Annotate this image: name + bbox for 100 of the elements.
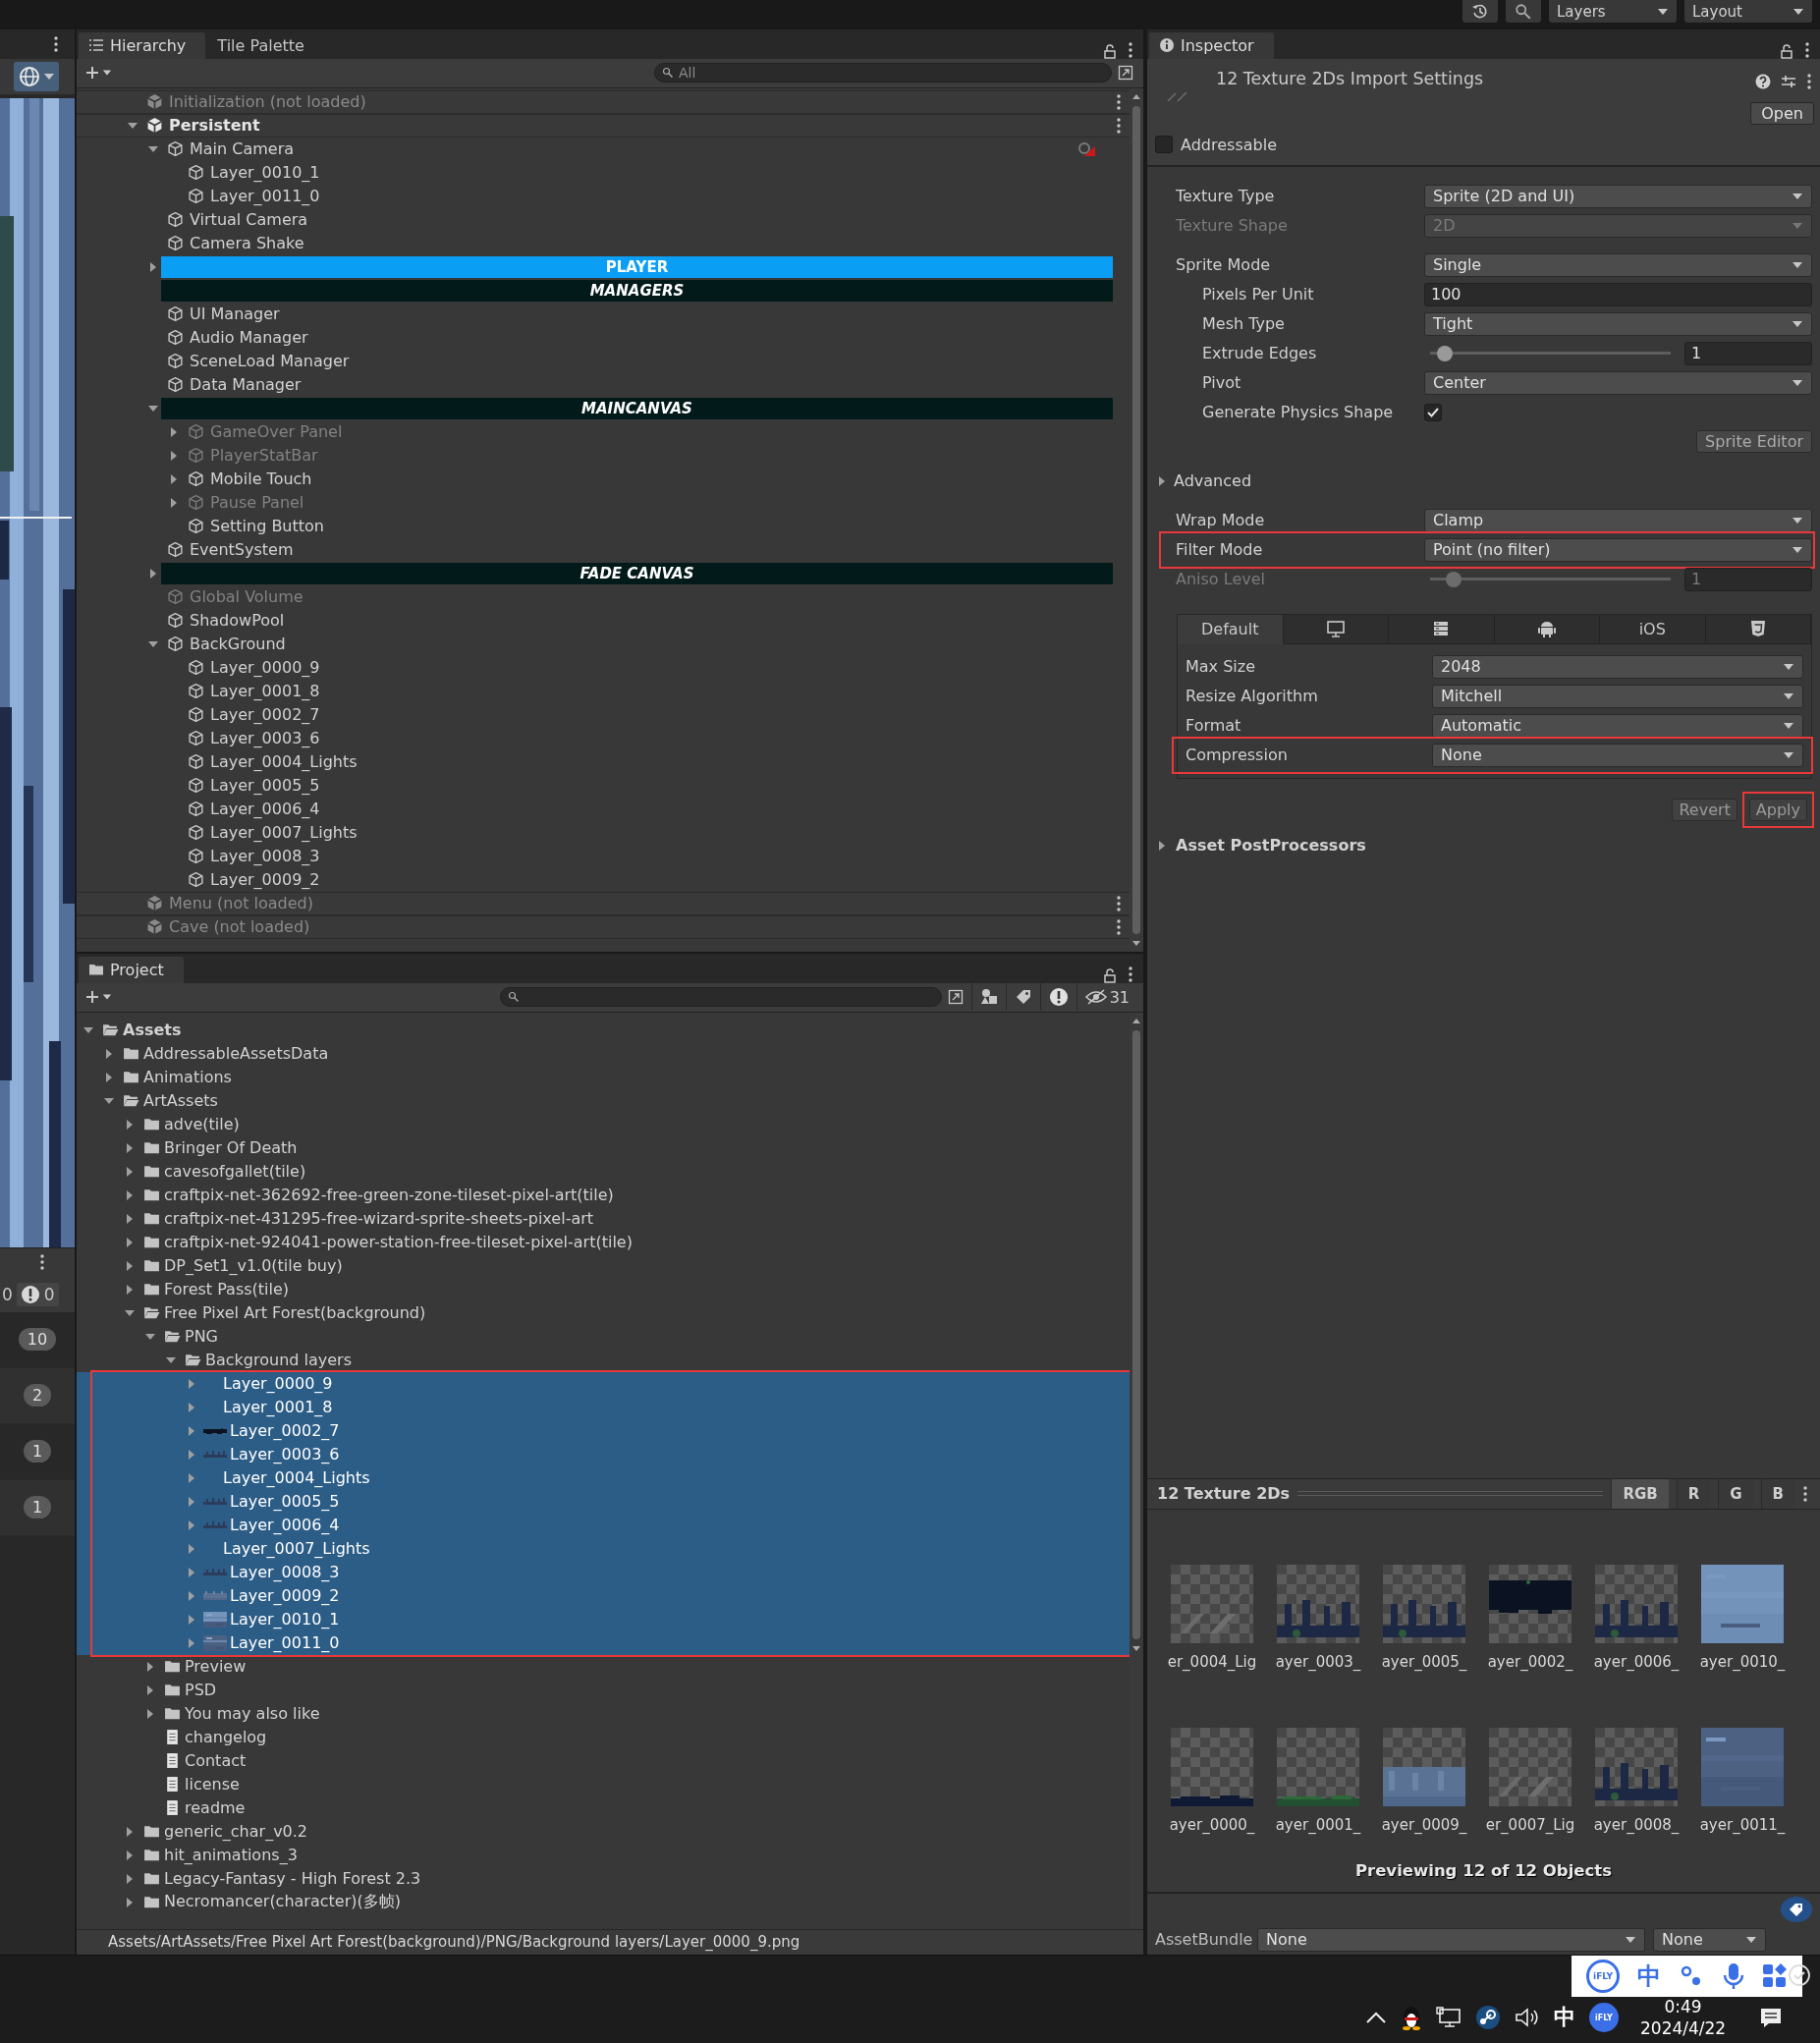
dropdown[interactable]: None bbox=[1432, 743, 1803, 767]
action-button[interactable]: Revert bbox=[1672, 798, 1737, 821]
asset-name[interactable]: ArtAssets bbox=[143, 1091, 218, 1111]
notification-icon[interactable] bbox=[1759, 2007, 1784, 2028]
popout-icon[interactable] bbox=[947, 989, 964, 1006]
object-name[interactable]: Setting Button bbox=[210, 517, 324, 536]
globe-dropdown-button[interactable] bbox=[14, 61, 59, 91]
object-name[interactable]: Layer_0007_Lights bbox=[210, 823, 358, 843]
apps-icon[interactable] bbox=[1761, 1962, 1788, 1989]
asset-name[interactable]: PSD bbox=[185, 1681, 217, 1700]
panel-tab[interactable]: Tile Palette bbox=[207, 31, 324, 59]
asset-name[interactable]: DP_Set1_v1.0(tile buy) bbox=[164, 1256, 343, 1276]
asset-name[interactable]: Layer_0007_Lights bbox=[223, 1539, 370, 1559]
object-name[interactable]: BackGround bbox=[190, 635, 286, 654]
more-options-icon[interactable] bbox=[53, 34, 59, 53]
dropdown[interactable]: Single bbox=[1424, 252, 1812, 277]
asset-name[interactable]: craftpix-net-924041-power-station-free-tileset-pixel-art(tile) bbox=[164, 1233, 633, 1252]
help-icon[interactable] bbox=[1755, 73, 1771, 89]
action-button[interactable]: Apply bbox=[1748, 798, 1807, 821]
asset-name[interactable]: hit_animations_3 bbox=[164, 1846, 298, 1865]
checkbox[interactable] bbox=[1424, 403, 1442, 421]
object-name[interactable]: EventSystem bbox=[190, 540, 294, 560]
platform-tab[interactable] bbox=[1494, 614, 1600, 644]
object-name[interactable]: Mobile Touch bbox=[210, 469, 312, 489]
panel-tab[interactable]: Inspector bbox=[1149, 31, 1274, 59]
warning-count-button[interactable]: 0 bbox=[16, 1282, 59, 1306]
more-options-icon[interactable] bbox=[1806, 72, 1812, 90]
sprite-editor-button[interactable]: Sprite Editor bbox=[1696, 430, 1812, 454]
history-button[interactable] bbox=[1462, 0, 1498, 23]
object-name[interactable]: Virtual Camera bbox=[190, 210, 308, 230]
object-name[interactable]: Layer_0005_5 bbox=[210, 776, 320, 796]
object-name[interactable]: UI Manager bbox=[190, 304, 280, 324]
asset-name[interactable]: Contact bbox=[185, 1751, 247, 1771]
tag-icon[interactable] bbox=[1781, 1896, 1812, 1922]
dropdown[interactable]: Automatic bbox=[1432, 713, 1803, 738]
foldout-header[interactable]: Advanced bbox=[1154, 466, 1812, 496]
more-options-icon[interactable] bbox=[1128, 965, 1133, 983]
lock-icon[interactable] bbox=[1102, 966, 1118, 983]
asset-name[interactable]: Layer_0008_3 bbox=[230, 1563, 340, 1582]
asset-name[interactable]: Layer_0003_6 bbox=[230, 1445, 340, 1464]
object-name[interactable]: Layer_0004_Lights bbox=[210, 752, 358, 772]
ime-logo[interactable]: iFLY bbox=[1589, 2003, 1619, 2032]
dropdown[interactable]: Center bbox=[1424, 370, 1812, 395]
asset-name[interactable]: Free Pixel Art Forest(background) bbox=[164, 1303, 426, 1323]
asset-name[interactable]: Preview bbox=[185, 1657, 247, 1677]
dropdown[interactable]: Sprite (2D and UI) bbox=[1424, 184, 1812, 208]
asset-name[interactable]: Assets bbox=[123, 1021, 182, 1040]
search-field[interactable]: All bbox=[654, 63, 1112, 83]
dropdown[interactable]: None bbox=[1257, 1927, 1645, 1952]
popout-icon[interactable] bbox=[1118, 65, 1133, 82]
asset-name[interactable]: Layer_0005_5 bbox=[230, 1492, 340, 1512]
panel-tab[interactable]: Hierarchy bbox=[79, 31, 206, 59]
dropdown[interactable]: Clamp bbox=[1424, 508, 1812, 532]
ime-mode-button[interactable]: 中 bbox=[1637, 1960, 1662, 1992]
asset-name[interactable]: license bbox=[185, 1775, 240, 1795]
asset-name[interactable]: Layer_0006_4 bbox=[230, 1516, 340, 1535]
platform-tab[interactable] bbox=[1705, 614, 1811, 644]
asset-name[interactable]: Necromancer(character)(多帧) bbox=[164, 1892, 401, 1913]
dropdown[interactable]: Tight bbox=[1424, 311, 1812, 336]
dropdown[interactable]: None bbox=[1653, 1927, 1766, 1952]
asset-name[interactable]: adve(tile) bbox=[164, 1115, 240, 1134]
scene-menu-icon[interactable] bbox=[1116, 917, 1122, 936]
asset-name[interactable]: Animations bbox=[143, 1068, 232, 1087]
platform-tab[interactable]: Default bbox=[1178, 614, 1284, 644]
slider-thumb[interactable] bbox=[1436, 345, 1453, 361]
checkbox[interactable] bbox=[1155, 136, 1173, 154]
channel-button[interactable]: RGB bbox=[1611, 1478, 1669, 1509]
asset-name[interactable]: Layer_0004_Lights bbox=[223, 1468, 370, 1488]
foldout-header[interactable]: Asset PostProcessors bbox=[1154, 830, 1820, 860]
asset-name[interactable]: Background layers bbox=[205, 1351, 352, 1370]
chevron-up-icon[interactable] bbox=[1365, 2011, 1387, 2024]
search-field[interactable] bbox=[499, 987, 942, 1008]
open-button[interactable]: Open bbox=[1750, 101, 1814, 125]
asset-name[interactable]: Layer_0010_1 bbox=[230, 1610, 340, 1629]
platform-tab[interactable] bbox=[1389, 614, 1495, 644]
object-name[interactable]: Layer_0010_1 bbox=[210, 163, 320, 183]
dropdown[interactable]: Layers bbox=[1549, 0, 1677, 23]
object-name[interactable]: Layer_0000_9 bbox=[210, 658, 320, 678]
asset-name[interactable]: Layer_0000_9 bbox=[223, 1374, 333, 1394]
scene-menu-icon[interactable] bbox=[1116, 116, 1122, 135]
dropdown[interactable]: Layout bbox=[1684, 0, 1812, 23]
object-name[interactable]: Audio Manager bbox=[190, 328, 308, 348]
object-name[interactable]: Main Camera bbox=[190, 139, 295, 159]
search-button[interactable] bbox=[1506, 0, 1541, 23]
check-circle-icon[interactable] bbox=[1788, 1962, 1811, 1987]
object-name[interactable]: ShadowPool bbox=[190, 611, 285, 631]
microphone-icon[interactable] bbox=[1722, 1961, 1744, 1990]
scene-menu-icon[interactable] bbox=[1116, 894, 1122, 912]
asset-name[interactable]: Layer_0002_7 bbox=[230, 1421, 340, 1441]
object-name[interactable]: Layer_0001_8 bbox=[210, 682, 320, 701]
dropdown[interactable]: 2048 bbox=[1432, 654, 1803, 679]
presets-icon[interactable] bbox=[1781, 73, 1796, 89]
hidden-packages-button[interactable]: 31 bbox=[1075, 983, 1137, 1012]
asset-name[interactable]: cavesofgallet(tile) bbox=[164, 1162, 306, 1182]
object-name[interactable]: Layer_0009_2 bbox=[210, 870, 320, 890]
input-mode-indicator[interactable]: 中 bbox=[1554, 2003, 1575, 2032]
object-name[interactable]: Layer_0006_4 bbox=[210, 800, 320, 819]
asset-name[interactable]: Bringer Of Death bbox=[164, 1138, 298, 1158]
more-options-icon[interactable] bbox=[1802, 1484, 1808, 1503]
asset-name[interactable]: Layer_0011_0 bbox=[230, 1633, 340, 1653]
